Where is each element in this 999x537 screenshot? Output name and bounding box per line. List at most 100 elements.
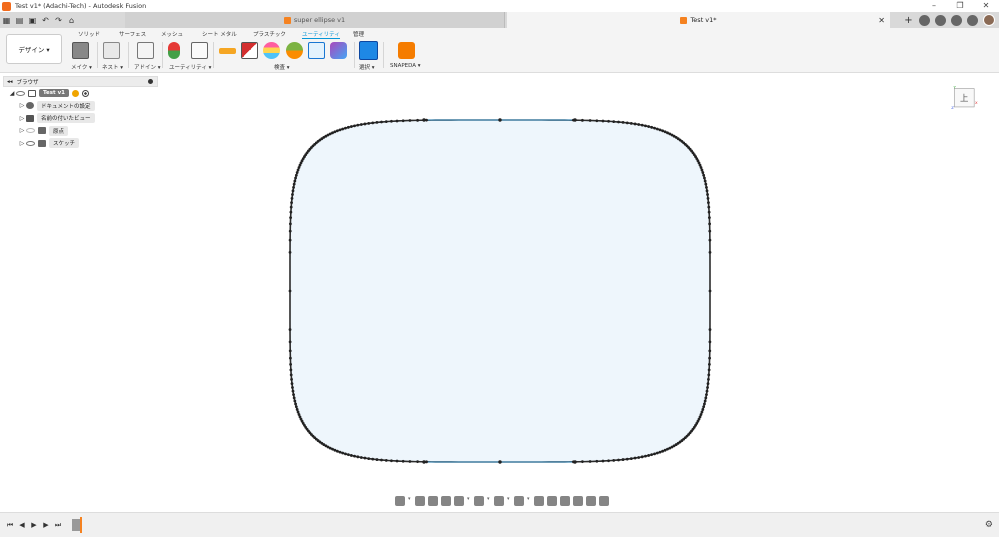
- sketch-point[interactable]: [629, 122, 633, 125]
- sketch-point[interactable]: [395, 459, 399, 463]
- sketch-point[interactable]: [288, 222, 292, 226]
- expand-triangle-icon[interactable]: ▷: [18, 127, 26, 134]
- utility-group[interactable]: ユーティリティ ▾: [166, 39, 211, 73]
- sketch-point[interactable]: [288, 349, 292, 353]
- sketch-point[interactable]: [663, 130, 667, 134]
- sketch-point[interactable]: [380, 120, 383, 124]
- collapse-triangle-icon[interactable]: ◢: [8, 90, 16, 97]
- browser-header[interactable]: ◂◂ ブラウザ: [3, 76, 158, 87]
- make-icon[interactable]: [72, 42, 89, 59]
- tab-plastic[interactable]: プラスチック: [253, 30, 286, 38]
- tab-mesh[interactable]: メッシュ: [161, 30, 183, 38]
- sketch-point[interactable]: [573, 118, 577, 122]
- sketch-point[interactable]: [640, 455, 644, 459]
- sketch-point[interactable]: [331, 131, 334, 135]
- sketch-point[interactable]: [380, 458, 383, 462]
- sketch-point[interactable]: [704, 396, 708, 400]
- maximize-button[interactable]: ❐: [947, 0, 973, 12]
- sketch-point[interactable]: [708, 349, 712, 353]
- dropdown-arrow-icon[interactable]: ▾: [408, 496, 412, 506]
- sketch-point[interactable]: [359, 123, 363, 126]
- sketch-point[interactable]: [346, 453, 350, 457]
- sketch-point[interactable]: [625, 457, 629, 461]
- expand-triangle-icon[interactable]: ▷: [18, 140, 26, 147]
- zoom-window-icon[interactable]: [454, 496, 464, 506]
- close-window-button[interactable]: ✕: [973, 0, 999, 12]
- sketch-point[interactable]: [708, 229, 712, 233]
- sketch-point[interactable]: [289, 373, 293, 377]
- sketch-point[interactable]: [647, 125, 651, 128]
- tab-test[interactable]: Test v1* ✕: [507, 12, 890, 28]
- interference-icon[interactable]: [241, 42, 258, 59]
- sketch-point[interactable]: [390, 459, 393, 463]
- sketch-point[interactable]: [658, 128, 662, 132]
- sketch-point[interactable]: [633, 122, 637, 126]
- sketch-point[interactable]: [617, 458, 620, 462]
- sketch-point[interactable]: [401, 119, 405, 123]
- sketch-point[interactable]: [650, 125, 654, 129]
- sketch-point[interactable]: [706, 197, 710, 200]
- close-tab-icon[interactable]: ✕: [878, 16, 885, 25]
- orbit-icon[interactable]: [395, 496, 405, 506]
- extensions-icon[interactable]: [919, 14, 930, 26]
- sketch-point[interactable]: [367, 122, 371, 125]
- sketch-point[interactable]: [703, 176, 706, 180]
- make-group[interactable]: メイク ▾: [70, 39, 94, 73]
- sketch-point[interactable]: [289, 362, 293, 366]
- sketch-point[interactable]: [408, 119, 412, 122]
- go-to-end-icon[interactable]: ⏭: [52, 521, 64, 530]
- sketch-point[interactable]: [363, 122, 367, 126]
- sketch-point[interactable]: [661, 449, 665, 453]
- sketch-point[interactable]: [346, 125, 350, 129]
- sketch-point[interactable]: [707, 216, 711, 220]
- workspace-switcher[interactable]: デザイン ▾: [6, 34, 62, 64]
- sketch-point[interactable]: [588, 119, 592, 122]
- sketch-point[interactable]: [295, 171, 299, 174]
- sketch-point[interactable]: [291, 386, 294, 389]
- home-icon[interactable]: ⌂: [65, 16, 78, 25]
- sketch-point[interactable]: [416, 460, 419, 464]
- sketch-point[interactable]: [335, 449, 339, 453]
- sketch-point[interactable]: [703, 179, 707, 183]
- sketch-point[interactable]: [408, 460, 412, 463]
- sketch-point[interactable]: [702, 405, 706, 409]
- look-at-icon[interactable]: [415, 496, 425, 506]
- sketch-point[interactable]: [708, 222, 712, 226]
- sketch-point[interactable]: [288, 340, 292, 344]
- sketch-point[interactable]: [612, 120, 616, 124]
- sketch-point[interactable]: [363, 456, 367, 460]
- tab-solid[interactable]: ソリッド: [78, 30, 100, 38]
- tab-super-ellipse[interactable]: super ellipse v1: [125, 12, 505, 28]
- sketch-point[interactable]: [293, 399, 297, 403]
- sketch-point[interactable]: [705, 189, 709, 193]
- nest-group[interactable]: ネスト ▾: [101, 39, 125, 73]
- sketch-point[interactable]: [292, 185, 295, 189]
- sketch-point[interactable]: [700, 410, 704, 414]
- tab-surface[interactable]: サーフェス: [119, 30, 146, 38]
- sketch-point[interactable]: [401, 459, 405, 463]
- view-fit-icon[interactable]: [586, 496, 596, 506]
- viewports-icon[interactable]: [514, 496, 524, 506]
- activate-radio-icon[interactable]: [81, 89, 89, 97]
- expand-triangle-icon[interactable]: ▷: [18, 115, 26, 122]
- sketch-point[interactable]: [359, 456, 363, 459]
- sketch-point[interactable]: [338, 128, 342, 132]
- sketch-point[interactable]: [349, 125, 353, 128]
- sketch-point[interactable]: [291, 189, 295, 193]
- tree-item-sketches[interactable]: ▷ スケッチ: [3, 137, 158, 150]
- sketch-point[interactable]: [707, 368, 711, 372]
- sketch-point[interactable]: [625, 121, 629, 125]
- sketch-point[interactable]: [338, 450, 342, 454]
- tab-utilities[interactable]: ユーティリティ: [302, 30, 340, 39]
- snapeda-icon[interactable]: [398, 42, 415, 59]
- sketch-point[interactable]: [288, 238, 292, 242]
- sketch-point[interactable]: [291, 193, 294, 196]
- visibility-eye-icon[interactable]: [26, 128, 35, 134]
- sketch-point[interactable]: [367, 457, 371, 460]
- sketch-point[interactable]: [706, 193, 709, 196]
- pan-hand-icon[interactable]: [428, 496, 438, 506]
- sketch-point[interactable]: [653, 452, 656, 456]
- sketch-point[interactable]: [353, 454, 356, 458]
- sketch-point[interactable]: [290, 382, 294, 385]
- user-avatar[interactable]: [983, 14, 995, 26]
